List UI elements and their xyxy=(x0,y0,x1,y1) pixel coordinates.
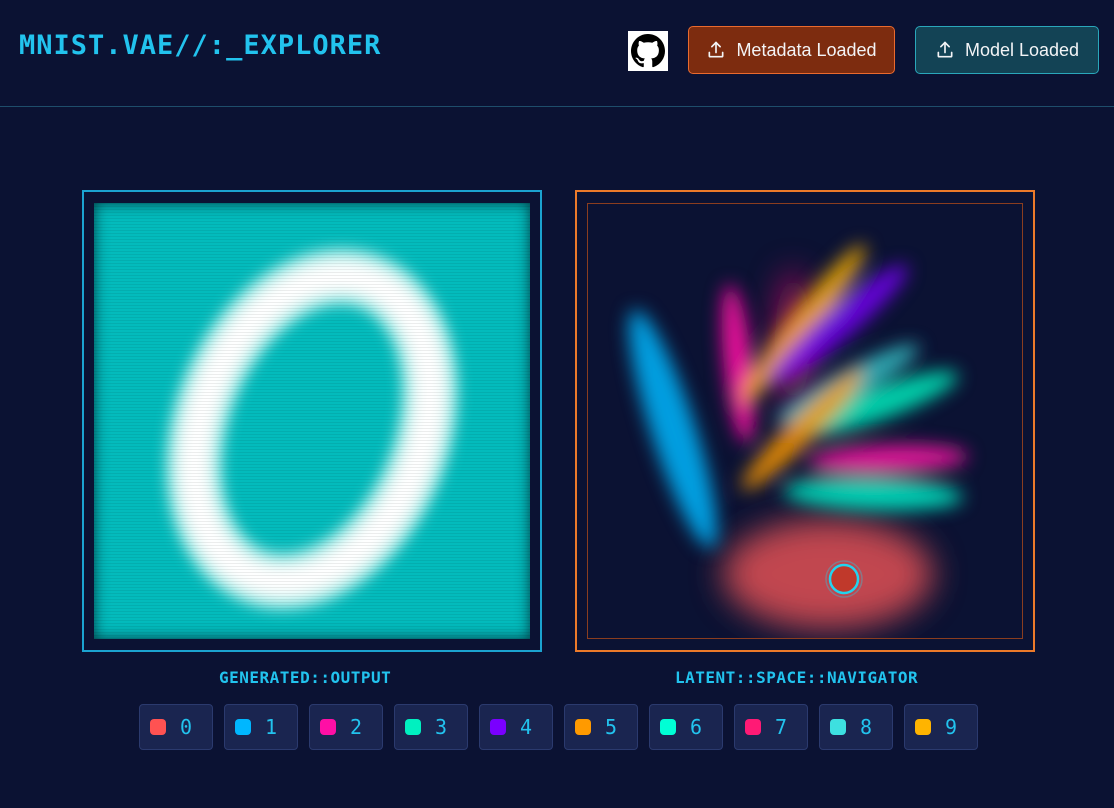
legend-item-9[interactable]: 9 xyxy=(904,704,978,750)
legend-swatch xyxy=(745,719,761,735)
legend-swatch xyxy=(660,719,676,735)
legend-label: 7 xyxy=(775,715,788,739)
generated-output-label: GENERATED::OUTPUT xyxy=(219,668,392,687)
cluster-0 xyxy=(723,519,933,629)
legend-label: 3 xyxy=(435,715,448,739)
github-link[interactable] xyxy=(628,31,668,71)
cluster-7-band xyxy=(808,444,968,474)
header-bar: MNIST.VAE//:_EXPLORER Metadata Loaded Mo… xyxy=(0,0,1114,107)
legend-swatch xyxy=(575,719,591,735)
legend-item-8[interactable]: 8 xyxy=(819,704,893,750)
metadata-upload-button[interactable]: Metadata Loaded xyxy=(688,26,895,74)
legend-swatch xyxy=(830,719,846,735)
legend-label: 1 xyxy=(265,715,278,739)
model-button-label: Model Loaded xyxy=(964,39,1080,60)
latent-navigator-label: LATENT::SPACE::NAVIGATOR xyxy=(675,668,919,687)
generated-digit-canvas xyxy=(94,203,530,639)
legend-label: 2 xyxy=(350,715,363,739)
latent-space-canvas[interactable] xyxy=(587,203,1023,639)
legend-label: 5 xyxy=(605,715,618,739)
legend-label: 9 xyxy=(945,715,958,739)
metadata-button-label: Metadata Loaded xyxy=(736,39,877,60)
cluster-1 xyxy=(629,309,717,549)
model-upload-button[interactable]: Model Loaded xyxy=(915,26,1099,74)
latent-space-panel xyxy=(575,190,1035,652)
legend-label: 4 xyxy=(520,715,533,739)
generated-output-panel xyxy=(82,190,542,652)
legend-item-2[interactable]: 2 xyxy=(309,704,383,750)
upload-icon xyxy=(937,41,953,58)
legend-label: 6 xyxy=(690,715,703,739)
legend-label: 0 xyxy=(180,715,193,739)
legend-swatch xyxy=(915,719,931,735)
legend-item-4[interactable]: 4 xyxy=(479,704,553,750)
generated-digit-image xyxy=(166,248,458,610)
app-title: MNIST.VAE//:_EXPLORER xyxy=(19,30,382,61)
cluster-6 xyxy=(783,477,963,511)
legend-item-0[interactable]: 0 xyxy=(139,704,213,750)
legend-item-5[interactable]: 5 xyxy=(564,704,638,750)
legend-item-1[interactable]: 1 xyxy=(224,704,298,750)
legend-swatch xyxy=(235,719,251,735)
legend-swatch xyxy=(150,719,166,735)
legend-swatch xyxy=(490,719,506,735)
github-icon xyxy=(631,34,665,68)
latent-cursor[interactable] xyxy=(828,563,860,595)
legend-swatch xyxy=(405,719,421,735)
legend-item-7[interactable]: 7 xyxy=(734,704,808,750)
latent-space-map xyxy=(629,244,968,629)
legend-item-6[interactable]: 6 xyxy=(649,704,723,750)
cluster-2 xyxy=(721,284,755,444)
legend-label: 8 xyxy=(860,715,873,739)
legend-swatch xyxy=(320,719,336,735)
legend-item-3[interactable]: 3 xyxy=(394,704,468,750)
upload-icon xyxy=(708,41,724,58)
